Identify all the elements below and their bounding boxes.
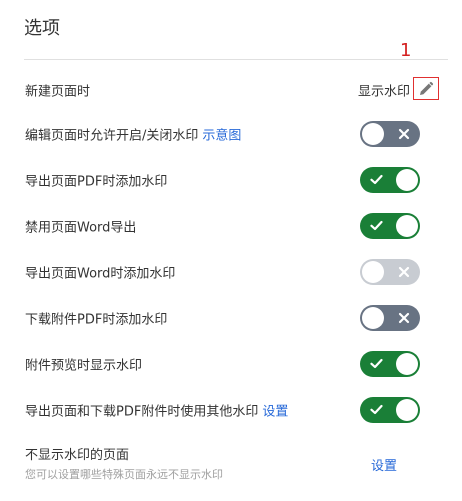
toggle-knob	[362, 261, 384, 283]
check-icon	[370, 404, 383, 415]
row-label: 导出页面和下载PDF附件时使用其他水印 设置	[25, 401, 288, 420]
row-label-text: 编辑页面时允许开启/关闭水印	[25, 128, 199, 144]
check-icon	[370, 358, 383, 369]
title-divider	[24, 59, 448, 60]
edit-watermark-button[interactable]	[413, 77, 439, 100]
row-label: 下载附件PDF时添加水印	[25, 312, 168, 328]
row-label: 导出页面Word时添加水印	[25, 266, 176, 282]
toggle-knob	[362, 307, 384, 329]
export-word-watermark-toggle[interactable]	[360, 259, 420, 285]
other-watermark-settings-link[interactable]: 设置	[262, 405, 288, 420]
other-watermark-toggle[interactable]	[360, 397, 420, 423]
preview-watermark-toggle[interactable]	[360, 351, 420, 377]
export-pdf-watermark-toggle[interactable]	[360, 167, 420, 193]
check-icon	[370, 174, 383, 185]
download-pdf-watermark-toggle[interactable]	[360, 305, 420, 331]
row-export-word: 导出页面Word时添加水印	[0, 257, 462, 287]
no-watermark-pages-label: 不显示水印的页面	[25, 448, 130, 463]
disable-word-export-toggle[interactable]	[360, 213, 420, 239]
no-watermark-pages-hint: 您可以设置哪些特殊页面永远不显示水印	[25, 468, 223, 481]
toggle-knob	[396, 353, 418, 375]
pencil-icon	[420, 81, 434, 95]
check-icon	[370, 220, 383, 231]
row-label: 编辑页面时允许开启/关闭水印 示意图	[25, 125, 241, 144]
edit-watermark-toggle[interactable]	[360, 121, 420, 147]
row-label: 新建页面时	[25, 84, 91, 100]
toggle-knob	[396, 169, 418, 191]
watermark-display-value: 显示水印	[358, 84, 411, 100]
row-edit-toggle: 编辑页面时允许开启/关闭水印 示意图	[0, 119, 462, 149]
row-label: 导出页面PDF时添加水印	[25, 174, 168, 190]
row-label: 禁用页面Word导出	[25, 220, 137, 236]
close-icon	[398, 312, 410, 324]
close-icon	[398, 128, 410, 140]
row-export-pdf: 导出页面PDF时添加水印	[0, 165, 462, 195]
toggle-knob	[396, 215, 418, 237]
row-preview-watermark: 附件预览时显示水印	[0, 349, 462, 379]
toggle-knob	[362, 123, 384, 145]
row-label-text: 导出页面和下载PDF附件时使用其他水印	[25, 404, 259, 420]
row-other-watermark: 导出页面和下载PDF附件时使用其他水印 设置	[0, 395, 462, 425]
row-label: 附件预览时显示水印	[25, 358, 143, 374]
row-download-pdf: 下载附件PDF时添加水印	[0, 303, 462, 333]
no-watermark-settings-link[interactable]: 设置	[371, 455, 397, 474]
page-title: 选项	[24, 18, 60, 39]
diagram-link[interactable]: 示意图	[202, 129, 241, 144]
row-disable-word: 禁用页面Word导出	[0, 211, 462, 241]
annotation-marker: 1	[400, 40, 412, 61]
row-new-page: 新建页面时 显示水印	[0, 75, 462, 105]
close-icon	[398, 266, 410, 278]
toggle-knob	[396, 399, 418, 421]
